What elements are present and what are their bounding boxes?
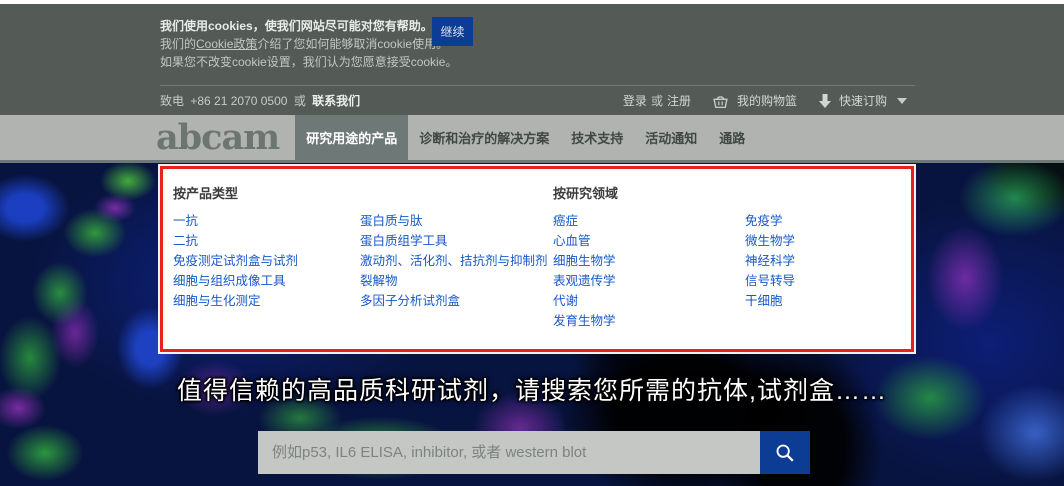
nav-item-diagnostic-solutions[interactable]: 诊断和治疗的解决方案 — [408, 115, 560, 160]
menu-link-microbiology[interactable]: 微生物学 — [745, 234, 795, 248]
menu-link-agonists-inhibitors[interactable]: 激动剂、活化剂、拮抗剂与抑制剂 — [360, 254, 548, 268]
menu-link-cardiovascular[interactable]: 心血管 — [553, 234, 591, 248]
research-area-col1: 癌症 心血管 细胞生物学 表观遗传学 代谢 发育生物学 — [553, 215, 616, 335]
phone-number: +86 21 2070 0500 — [190, 94, 287, 108]
menu-link-immunology[interactable]: 免疫学 — [745, 214, 783, 228]
product-type-col2: 蛋白质与肽 蛋白质组学工具 激动剂、活化剂、拮抗剂与抑制剂 裂解物 多因子分析试… — [360, 215, 548, 315]
list-item: 免疫学 — [745, 215, 795, 228]
menu-link-cancer[interactable]: 癌症 — [553, 214, 578, 228]
utility-bar: 致电 +86 21 2070 0500 或 联系我们 登录 或 注册 我的购物篮 — [160, 86, 915, 115]
list-item: 裂解物 — [360, 275, 548, 288]
menu-link-signal-transduction[interactable]: 信号转导 — [745, 274, 795, 288]
quick-order-dropdown[interactable]: 快速订购 — [819, 92, 915, 109]
cookie-policy-prefix: 我们的 — [160, 37, 196, 51]
product-type-col1: 一抗 二抗 免疫测定试剂盒与试剂 细胞与组织成像工具 细胞与生化测定 — [173, 215, 298, 315]
register-link[interactable]: 注册 — [667, 92, 691, 109]
nav-item-pathways[interactable]: 通路 — [708, 115, 756, 160]
list-item: 细胞生物学 — [553, 255, 616, 268]
menu-link-metabolism[interactable]: 代谢 — [553, 294, 578, 308]
list-item: 一抗 — [173, 215, 298, 228]
list-item: 干细胞 — [745, 295, 795, 308]
menu-link-cell-biochemical-assays[interactable]: 细胞与生化测定 — [173, 294, 261, 308]
cookie-policy-link[interactable]: Cookie政策 — [196, 37, 257, 51]
list-item: 免疫测定试剂盒与试剂 — [173, 255, 298, 268]
menu-link-stem-cells[interactable]: 干细胞 — [745, 294, 783, 308]
search-bar — [258, 431, 810, 474]
basket-label: 我的购物篮 — [737, 92, 797, 109]
nav-item-research-products[interactable]: 研究用途的产品 — [295, 115, 408, 160]
basket-link[interactable]: 我的购物篮 — [712, 92, 797, 109]
cookie-banner: 我们使用cookies，使我们网站尽可能对您有帮助。 我们的Cookie政策介绍… — [160, 17, 660, 71]
list-item: 多因子分析试剂盒 — [360, 295, 548, 308]
caret-down-icon — [897, 98, 907, 104]
list-item: 二抗 — [173, 235, 298, 248]
menu-link-secondary-antibodies[interactable]: 二抗 — [173, 234, 198, 248]
nav-item-events[interactable]: 活动通知 — [634, 115, 708, 160]
menu-link-epigenetics[interactable]: 表观遗传学 — [553, 274, 616, 288]
mega-menu-heading-product-type: 按产品类型 — [173, 183, 238, 202]
research-area-col2: 免疫学 微生物学 神经科学 信号转导 干细胞 — [745, 215, 795, 315]
mega-menu-heading-research-area: 按研究领域 — [553, 183, 618, 202]
main-nav: abcam 研究用途的产品 诊断和治疗的解决方案 技术支持 活动通知 通路 — [0, 115, 1064, 163]
list-item: 激动剂、活化剂、拮抗剂与抑制剂 — [360, 255, 548, 268]
list-item: 蛋白质与肽 — [360, 215, 548, 228]
call-prefix-label: 致电 — [160, 94, 184, 108]
or-label-2: 或 — [651, 92, 663, 109]
login-link[interactable]: 登录 — [623, 92, 647, 109]
contact-us-link[interactable]: 联系我们 — [312, 94, 360, 108]
basket-icon — [712, 93, 729, 109]
list-item: 信号转导 — [745, 275, 795, 288]
search-input[interactable] — [258, 431, 760, 474]
menu-link-neuroscience[interactable]: 神经科学 — [745, 254, 795, 268]
abcam-logo[interactable]: abcam — [156, 115, 279, 160]
mega-menu: 按产品类型 一抗 二抗 免疫测定试剂盒与试剂 细胞与组织成像工具 细胞与生化测定… — [160, 166, 914, 352]
list-item: 细胞与生化测定 — [173, 295, 298, 308]
list-item: 细胞与组织成像工具 — [173, 275, 298, 288]
search-button[interactable] — [760, 431, 810, 474]
cookie-title: 我们使用cookies，使我们网站尽可能对您有帮助。 — [160, 17, 660, 35]
menu-link-proteomics-tools[interactable]: 蛋白质组学工具 — [360, 234, 448, 248]
hero-heading: 值得信赖的高品质科研试剂，请搜索您所需的抗体,试剂盒…… — [0, 371, 1064, 407]
list-item: 癌症 — [553, 215, 616, 228]
cookie-accept-line: 如果您不改变cookie设置，我们认为您愿意接受cookie。 — [160, 53, 660, 71]
contact-info: 致电 +86 21 2070 0500 或 联系我们 — [160, 92, 363, 109]
menu-link-developmental-biology[interactable]: 发育生物学 — [553, 314, 616, 328]
menu-link-primary-antibodies[interactable]: 一抗 — [173, 214, 198, 228]
menu-link-cell-biology[interactable]: 细胞生物学 — [553, 254, 616, 268]
menu-link-proteins-peptides[interactable]: 蛋白质与肽 — [360, 214, 423, 228]
list-item: 神经科学 — [745, 255, 795, 268]
nav-item-technical-support[interactable]: 技术支持 — [560, 115, 634, 160]
site-header: 我们使用cookies，使我们网站尽可能对您有帮助。 我们的Cookie政策介绍… — [0, 4, 1064, 115]
search-icon — [774, 442, 796, 464]
list-item: 代谢 — [553, 295, 616, 308]
arrow-down-icon — [819, 94, 831, 108]
list-item: 蛋白质组学工具 — [360, 235, 548, 248]
menu-link-lysates[interactable]: 裂解物 — [360, 274, 398, 288]
or-label: 或 — [294, 94, 306, 108]
menu-link-immunoassay-kits[interactable]: 免疫测定试剂盒与试剂 — [173, 254, 298, 268]
menu-link-multiplex-assay-kits[interactable]: 多因子分析试剂盒 — [360, 294, 460, 308]
cookie-policy-suffix: 介绍了您如何能够取消cookie使用。 — [257, 37, 448, 51]
account-links: 登录 或 注册 我的购物篮 快速订购 — [623, 92, 915, 109]
list-item: 微生物学 — [745, 235, 795, 248]
cookie-continue-button[interactable]: 继续 — [432, 17, 473, 46]
list-item: 表观遗传学 — [553, 275, 616, 288]
menu-link-cell-imaging-tools[interactable]: 细胞与组织成像工具 — [173, 274, 286, 288]
quick-order-label: 快速订购 — [839, 92, 887, 109]
cookie-policy-line: 我们的Cookie政策介绍了您如何能够取消cookie使用。 — [160, 35, 660, 53]
list-item: 发育生物学 — [553, 315, 616, 328]
list-item: 心血管 — [553, 235, 616, 248]
page-root: 我们使用cookies，使我们网站尽可能对您有帮助。 我们的Cookie政策介绍… — [0, 0, 1064, 486]
